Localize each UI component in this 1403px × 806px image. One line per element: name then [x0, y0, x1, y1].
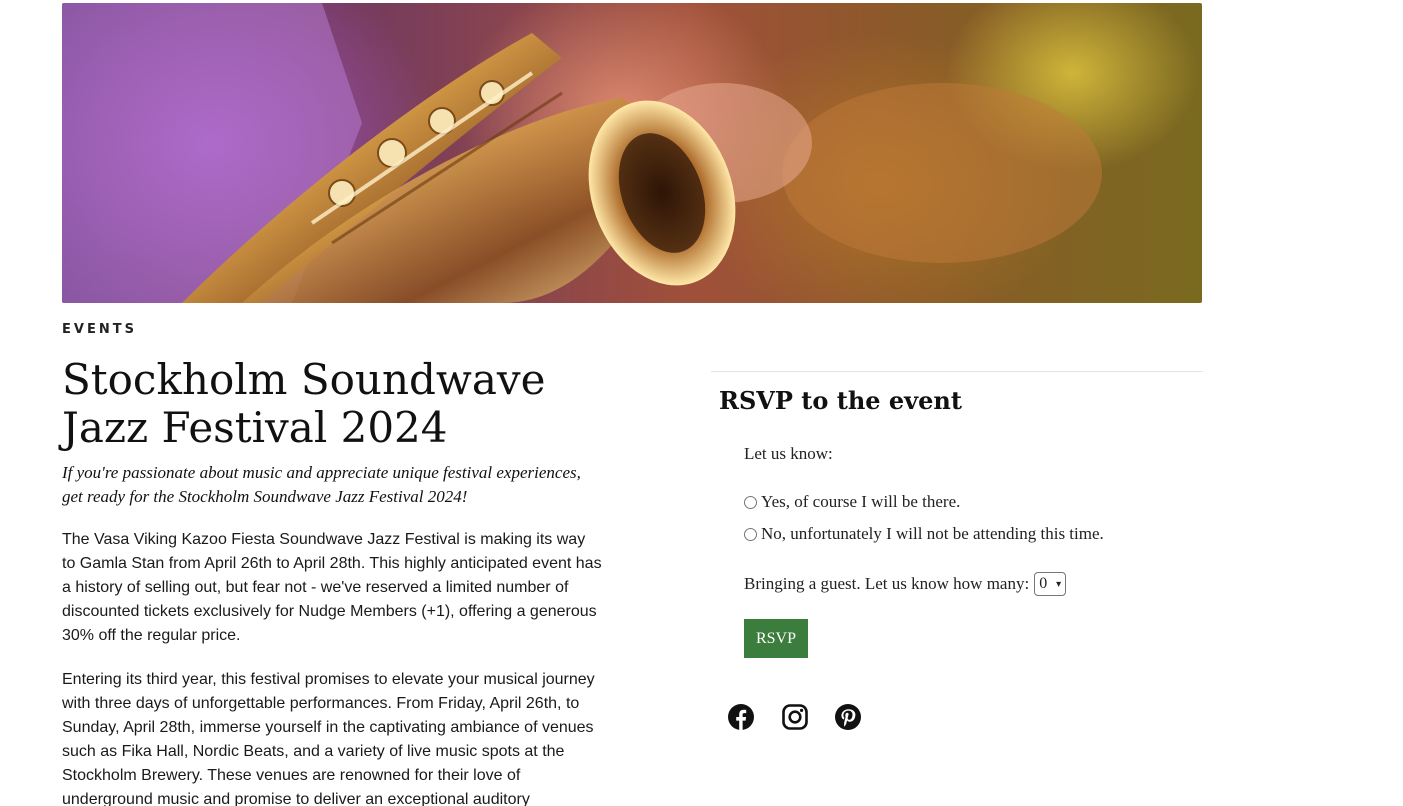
chevron-down-icon: ▾	[1056, 578, 1062, 590]
guest-count-select[interactable]: 0 ▾	[1034, 572, 1067, 596]
guest-count-value: 0	[1039, 575, 1048, 592]
lead-text: If you're passionate about music and app…	[62, 463, 581, 506]
radio-yes[interactable]	[744, 495, 757, 509]
radio-no[interactable]	[744, 527, 757, 541]
rsvp-button[interactable]: RSVP	[744, 619, 808, 658]
rsvp-prompt: Let us know:	[744, 444, 833, 463]
pinterest-icon[interactable]	[834, 703, 862, 731]
rsvp-option-no[interactable]: No, unfortunately I will not be attendin…	[744, 524, 1104, 544]
facebook-icon[interactable]	[727, 703, 755, 731]
body-paragraph-2: Entering its third year, this festival p…	[62, 671, 595, 806]
body-paragraph-1: The Vasa Viking Kazoo Fiesta Soundwave J…	[62, 531, 602, 644]
instagram-icon[interactable]	[781, 703, 809, 731]
saxophone-illustration	[62, 3, 1102, 303]
category-label: EVENTS	[62, 322, 137, 337]
guest-label: Bringing a guest. Let us know how many:	[744, 574, 1030, 593]
page-title: Stockholm Soundwave Jazz Festival 2024	[62, 355, 546, 452]
hero-image	[62, 3, 1202, 303]
guest-row: Bringing a guest. Let us know how many: …	[744, 572, 1067, 596]
rsvp-title: RSVP to the event	[719, 386, 962, 415]
rsvp-option-yes[interactable]: Yes, of course I will be there.	[744, 492, 960, 512]
rsvp-option-yes-label: Yes, of course I will be there.	[761, 492, 961, 511]
rsvp-option-no-label: No, unfortunately I will not be attendin…	[761, 524, 1104, 543]
rsvp-divider	[711, 371, 1203, 372]
